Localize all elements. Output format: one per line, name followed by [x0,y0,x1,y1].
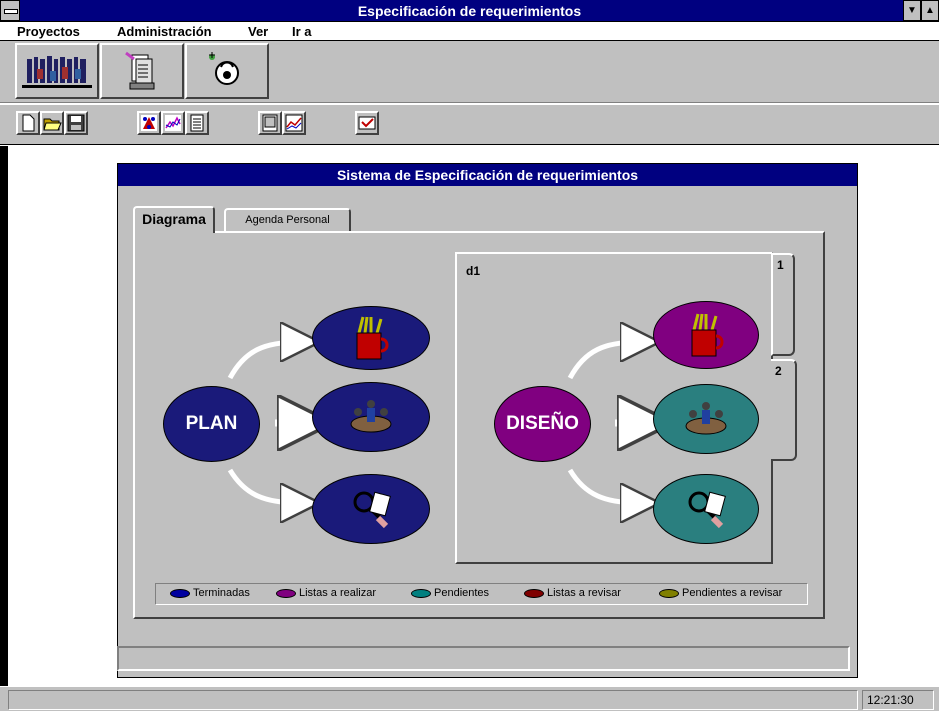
check-icon [358,116,376,130]
people-button[interactable] [15,43,99,99]
legend-listas-realizar: Listas a realizar [276,587,376,599]
legend-dot [524,588,544,598]
helpdesk-button[interactable] [185,43,269,99]
legend-pendientes: Pendientes [411,587,489,599]
report-button[interactable] [258,111,282,135]
legend-pendientes-revisar: Pendientes a revisar [659,587,782,599]
status-clock: 12:21:30 [862,690,934,710]
tab-diagrama[interactable]: Diagrama [133,206,215,233]
legend-dot [170,588,190,598]
title-bar: Especificación de requerimientos ▼ ▲ [0,0,939,22]
legend-dot [276,588,296,598]
pencil-cup-icon [356,316,389,360]
legend-label: Pendientes [434,587,490,599]
status-legend: Terminadas Listas a realizar Pendientes … [155,583,808,605]
maximize-button[interactable]: ▲ [921,0,939,21]
save-icon [67,114,85,132]
menu-proyectos[interactable]: Proyectos [17,24,80,39]
chart-button[interactable] [161,111,185,135]
menu-ver[interactable]: Ver [248,24,268,39]
chart-icon [165,115,181,131]
pencil-cup-icon-2 [691,313,724,357]
people-icon [22,55,92,88]
check-button[interactable] [355,111,379,135]
magnifier-icon-2 [688,491,726,529]
tab-agenda-personal[interactable]: Agenda Personal [224,208,351,231]
minimize-button[interactable]: ▼ [903,0,921,21]
panel-status-field [117,646,850,671]
plan-task-review[interactable] [312,474,430,544]
legend-listas-revisar: Listas a revisar [524,587,621,599]
vertical-tab-2-label: 2 [775,364,782,378]
subprocess-label: d1 [466,264,481,278]
legend-dot [659,588,679,598]
new-icon [22,114,35,132]
status-message [8,690,858,710]
magnifier-icon [353,491,391,529]
vertical-tab-1[interactable]: 1 [771,253,795,356]
panel-title: Sistema de Especificación de requerimien… [118,164,857,186]
large-toolbar [0,41,939,103]
tab-diagrama-label: Diagrama [142,211,206,227]
graph-icon [285,114,303,132]
arrow-upper [227,342,300,380]
meeting-icon-2 [685,402,727,435]
vertical-tab-2[interactable]: 2 [771,359,797,461]
menu-bar: Proyectos Administración Ver Ir a [0,22,939,41]
diseno-node[interactable]: DISEÑO [494,386,591,462]
plan-task-meeting[interactable] [312,382,430,452]
arrow-lower [227,468,300,503]
vertical-tab-1-label: 1 [777,258,784,272]
menu-administracion[interactable]: Administración [117,24,212,39]
report-icon [262,114,278,132]
graph-button[interactable] [282,111,306,135]
plan-task-design[interactable] [312,306,430,370]
legend-label: Pendientes a revisar [682,587,783,599]
design-task-review[interactable] [653,474,759,544]
design-arrow-lower [567,468,640,503]
window-title: Especificación de requerimientos [357,3,582,19]
legend-terminadas: Terminadas [170,587,250,599]
diagram-icon [141,115,157,131]
tab-agenda-label: Agenda Personal [245,214,330,226]
documents-icon [125,51,155,90]
plan-node-label: PLAN [185,413,238,434]
diseno-node-label: DISEÑO [506,413,579,434]
open-button[interactable] [40,111,64,135]
list-button[interactable] [185,111,209,135]
open-icon [43,118,62,131]
small-toolbar [0,105,939,145]
list-icon [190,114,204,132]
design-arrow-upper [567,342,640,380]
legend-label: Terminadas [193,587,250,599]
legend-dot [411,588,431,598]
new-button[interactable] [16,111,40,135]
legend-label: Listas a realizar [299,587,377,599]
diagram-button[interactable] [137,111,161,135]
menu-ir-a[interactable]: Ir a [292,24,312,39]
legend-label: Listas a revisar [547,587,621,599]
design-task-meeting[interactable] [653,384,759,454]
save-button[interactable] [64,111,88,135]
meeting-icon [350,400,392,433]
helpdesk-icon [209,52,239,85]
plan-node[interactable]: PLAN [163,386,260,462]
design-task-design[interactable] [653,301,759,369]
documents-button[interactable] [100,43,184,99]
status-bar: 12:21:30 [0,686,939,711]
